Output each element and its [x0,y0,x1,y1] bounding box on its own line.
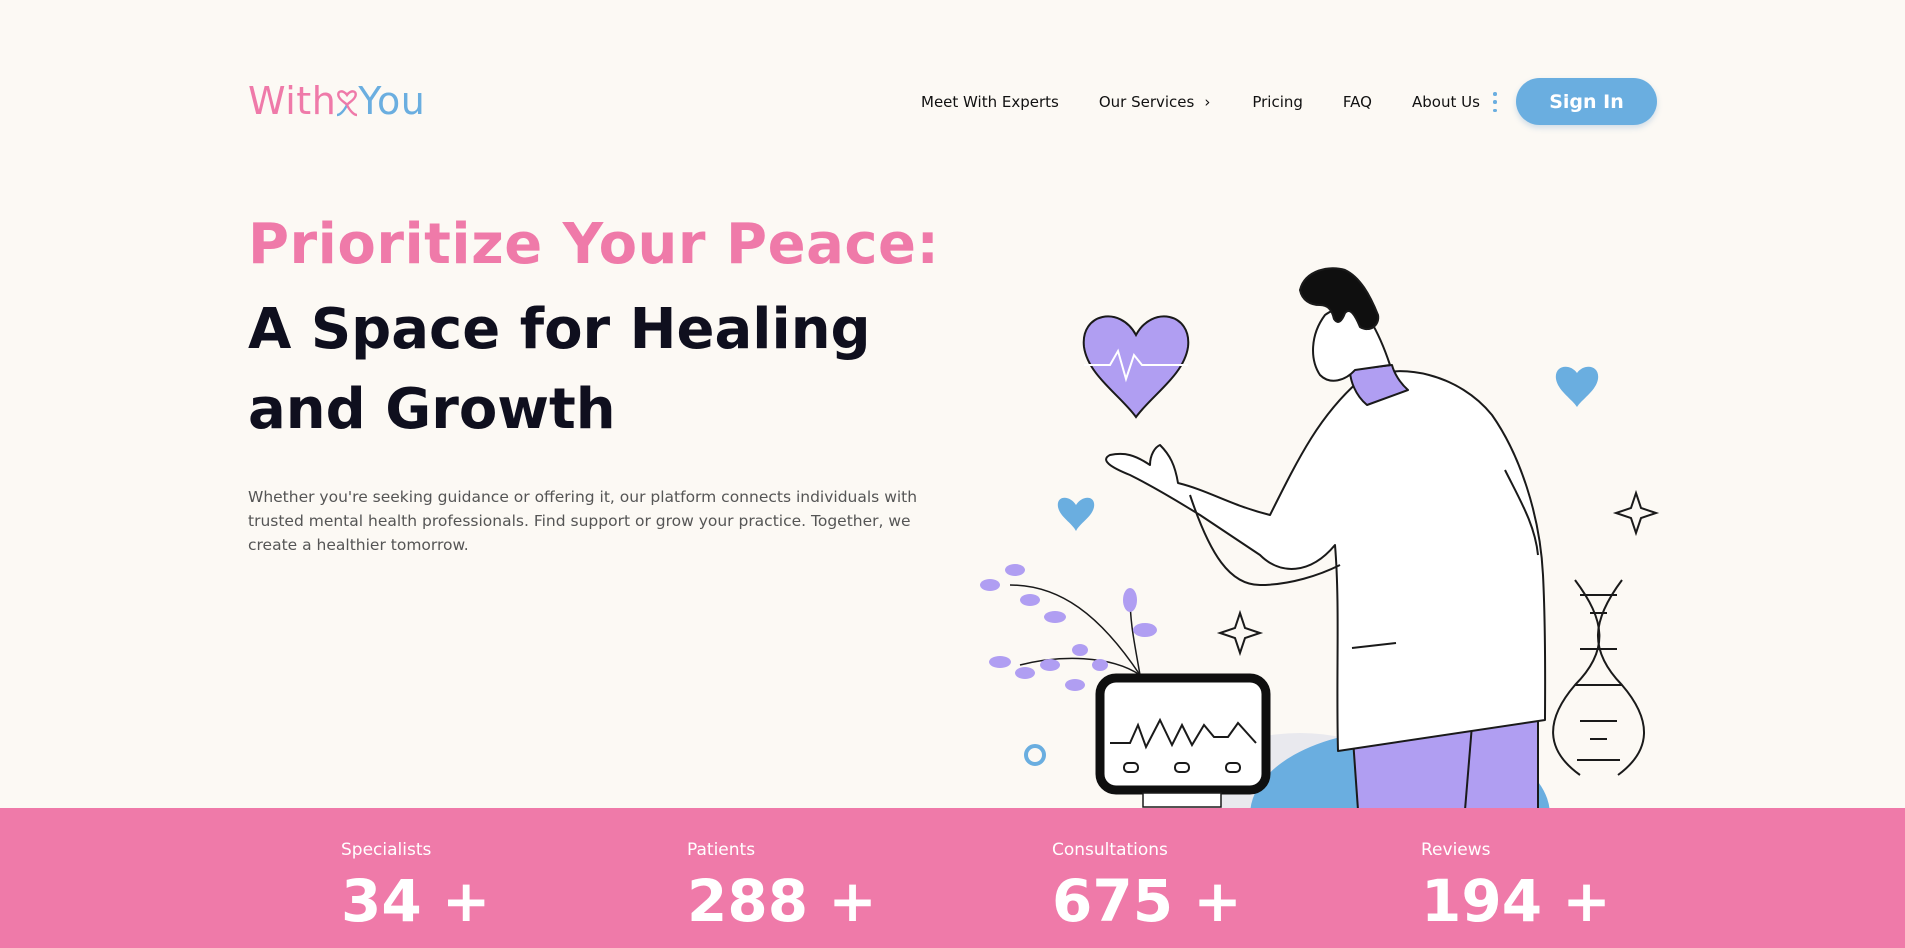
site-header: With You Meet With Experts Our Services … [0,0,1905,150]
nav-our-services[interactable]: Our Services › [1099,93,1211,111]
nav-our-services-label: Our Services [1098,93,1195,111]
hero-description: Whether you're seeking guidance or offer… [248,488,918,554]
stats-bar: Specialists 34 + Patients 288 + Consulta… [0,808,1905,948]
plant-icon [980,564,1157,691]
hero-illustration [980,267,1660,810]
stat-consultations: Consultations 675 + [1052,840,1242,936]
nav-meet-with-experts[interactable]: Meet With Experts [921,93,1059,111]
stat-value: 675 + [1052,867,1242,935]
sign-in-button[interactable]: Sign In [1516,78,1657,125]
heart-monitor-icon [1095,673,1271,808]
hero-title-highlight: Prioritize Your Peace: [248,212,940,277]
stat-reviews: Reviews 194 + [1421,840,1611,936]
stat-label: Patients [687,840,756,860]
sparkle-icon [1612,489,1660,537]
heart-icon [1555,366,1599,407]
stat-value: 194 + [1421,867,1611,935]
stat-specialists: Specialists 34 + [341,840,491,936]
nav-about-us[interactable]: About Us [1412,93,1480,111]
heart-icon [1057,497,1095,531]
hero-title: A Space for Healing and Growth [248,297,871,442]
dna-icon [1552,579,1645,776]
more-vertical-icon[interactable] [1492,92,1498,112]
stat-label: Specialists [341,840,432,860]
stat-label: Consultations [1052,840,1168,860]
nav-faq[interactable]: FAQ [1343,93,1372,111]
sparkle-icon [1216,609,1264,657]
stat-patients: Patients 288 + [687,840,877,936]
logo[interactable]: With You [248,78,425,124]
stat-value: 34 + [341,867,491,935]
stat-label: Reviews [1421,840,1491,860]
nav-pricing[interactable]: Pricing [1252,93,1303,111]
stat-value: 288 + [687,867,877,935]
chevron-right-icon: › [1204,93,1211,111]
heart-stethoscope-icon [337,90,358,117]
main-nav: Meet With Experts Our Services › Pricing… [921,88,1480,116]
heart-pulse-icon [1082,315,1190,419]
